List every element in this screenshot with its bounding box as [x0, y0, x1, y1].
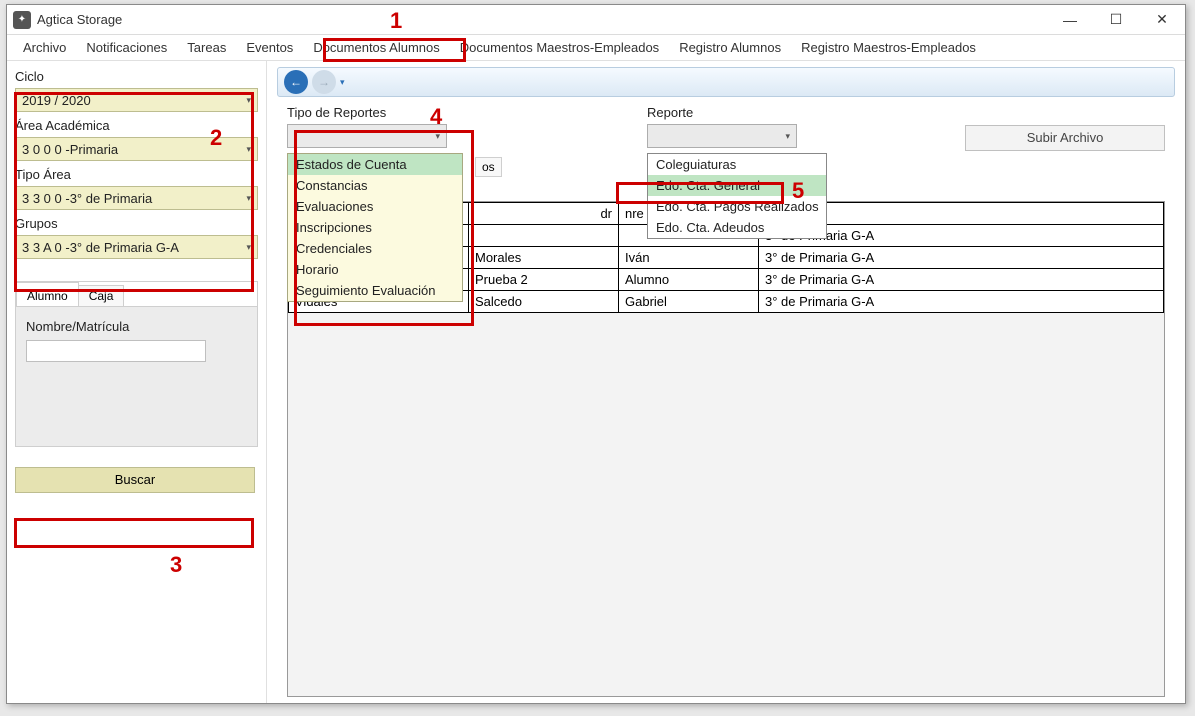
chevron-down-icon: ▾: [246, 144, 251, 155]
tipo-option[interactable]: Inscripciones: [288, 217, 462, 238]
col-materno[interactable]: dr: [469, 203, 619, 225]
grupos-label: Grupos: [15, 216, 258, 231]
search-tabset: Alumno Caja Nombre/Matrícula: [15, 281, 258, 447]
menu-archivo[interactable]: Archivo: [13, 35, 76, 60]
menu-registro-maestros[interactable]: Registro Maestros-Empleados: [791, 35, 986, 60]
main: ← → ▾ Tipo de Reportes ▾ Estados de Cuen…: [267, 61, 1185, 703]
app-window: ✦ Agtica Storage — ☐ ✕ Archivo Notificac…: [6, 4, 1186, 704]
tipo-option[interactable]: Estados de Cuenta: [288, 154, 462, 175]
chevron-down-icon: ▾: [246, 193, 251, 204]
maximize-button[interactable]: ☐: [1093, 5, 1139, 35]
tab-caja[interactable]: Caja: [78, 285, 125, 306]
nav-toolbar: ← → ▾: [277, 67, 1175, 97]
subir-archivo-button[interactable]: Subir Archivo: [965, 125, 1165, 151]
reporte-col: Reporte ▾ Coleguiaturas Edo. Cta. Genera…: [647, 105, 847, 151]
minimize-button[interactable]: —: [1047, 5, 1093, 35]
tipo-option[interactable]: Constancias: [288, 175, 462, 196]
tipo-area-select[interactable]: 3 3 0 0 -3° de Primaria ▾: [15, 186, 258, 210]
window-buttons: — ☐ ✕: [1047, 5, 1185, 35]
nav-back-button[interactable]: ←: [284, 70, 308, 94]
tab-alumno[interactable]: Alumno: [16, 282, 79, 306]
tipo-reportes-dropdown: Estados de Cuenta Constancias Evaluacion…: [287, 153, 463, 302]
menu-tareas[interactable]: Tareas: [177, 35, 236, 60]
reporte-label: Reporte: [647, 105, 847, 120]
nav-forward-button[interactable]: →: [312, 70, 336, 94]
area-value: 3 0 0 0 -Primaria: [22, 142, 118, 157]
menu-notificaciones[interactable]: Notificaciones: [76, 35, 177, 60]
hidden-tab-fragment: os: [475, 157, 502, 177]
window-title: Agtica Storage: [37, 12, 1047, 27]
close-button[interactable]: ✕: [1139, 5, 1185, 35]
body: Ciclo 2019 / 2020 ▾ Área Académica 3 0 0…: [7, 61, 1185, 703]
nombre-input[interactable]: [26, 340, 206, 362]
reporte-option[interactable]: Edo. Cta. General: [648, 175, 826, 196]
titlebar: ✦ Agtica Storage — ☐ ✕: [7, 5, 1185, 35]
tipo-area-label: Tipo Área: [15, 167, 258, 182]
app-icon: ✦: [13, 11, 31, 29]
tipo-option[interactable]: Credenciales: [288, 238, 462, 259]
ciclo-value: 2019 / 2020: [22, 93, 91, 108]
tipo-option[interactable]: Horario: [288, 259, 462, 280]
nombre-label: Nombre/Matrícula: [26, 319, 247, 334]
chevron-down-icon: ▾: [246, 242, 251, 253]
tipo-option[interactable]: Evaluaciones: [288, 196, 462, 217]
tipo-reportes-col: Tipo de Reportes ▾ Estados de Cuenta Con…: [287, 105, 467, 151]
arrow-right-icon: →: [318, 75, 330, 89]
menu-bar: Archivo Notificaciones Tareas Eventos Do…: [7, 35, 1185, 61]
chevron-down-icon: ▾: [435, 131, 440, 142]
ciclo-select[interactable]: 2019 / 2020 ▾: [15, 88, 258, 112]
reporte-dropdown: Coleguiaturas Edo. Cta. General Edo. Cta…: [647, 153, 827, 239]
chevron-down-icon: ▾: [246, 95, 251, 106]
menu-eventos[interactable]: Eventos: [236, 35, 303, 60]
grid-empty-area: [288, 313, 1164, 696]
menu-documentos-alumnos[interactable]: Documentos Alumnos: [303, 35, 449, 60]
report-controls: Tipo de Reportes ▾ Estados de Cuenta Con…: [277, 101, 1175, 151]
subir-col: Subir Archivo: [965, 105, 1165, 151]
chevron-down-icon: ▾: [785, 131, 790, 142]
tab-header: Alumno Caja: [16, 282, 257, 306]
sidebar: Ciclo 2019 / 2020 ▾ Área Académica 3 0 0…: [7, 61, 267, 703]
arrow-left-icon: ←: [290, 75, 302, 89]
area-select[interactable]: 3 0 0 0 -Primaria ▾: [15, 137, 258, 161]
tipo-reportes-label: Tipo de Reportes: [287, 105, 467, 120]
tipo-option[interactable]: Seguimiento Evaluación: [288, 280, 462, 301]
buscar-button[interactable]: Buscar: [15, 467, 255, 493]
tipo-area-value: 3 3 0 0 -3° de Primaria: [22, 191, 152, 206]
reporte-option[interactable]: Edo. Cta. Adeudos: [648, 217, 826, 238]
area-label: Área Académica: [15, 118, 258, 133]
reporte-option[interactable]: Edo. Cta. Pagos Realizados: [648, 196, 826, 217]
menu-documentos-maestros[interactable]: Documentos Maestros-Empleados: [450, 35, 669, 60]
grupos-value: 3 3 A 0 -3° de Primaria G-A: [22, 240, 179, 255]
tipo-reportes-select[interactable]: ▾: [287, 124, 447, 148]
ciclo-label: Ciclo: [15, 69, 258, 84]
nav-history-dropdown[interactable]: ▾: [340, 77, 345, 88]
grupos-select[interactable]: 3 3 A 0 -3° de Primaria G-A ▾: [15, 235, 258, 259]
tab-body: Nombre/Matrícula: [16, 306, 257, 446]
reporte-option[interactable]: Coleguiaturas: [648, 154, 826, 175]
menu-registro-alumnos[interactable]: Registro Alumnos: [669, 35, 791, 60]
reporte-select[interactable]: ▾: [647, 124, 797, 148]
